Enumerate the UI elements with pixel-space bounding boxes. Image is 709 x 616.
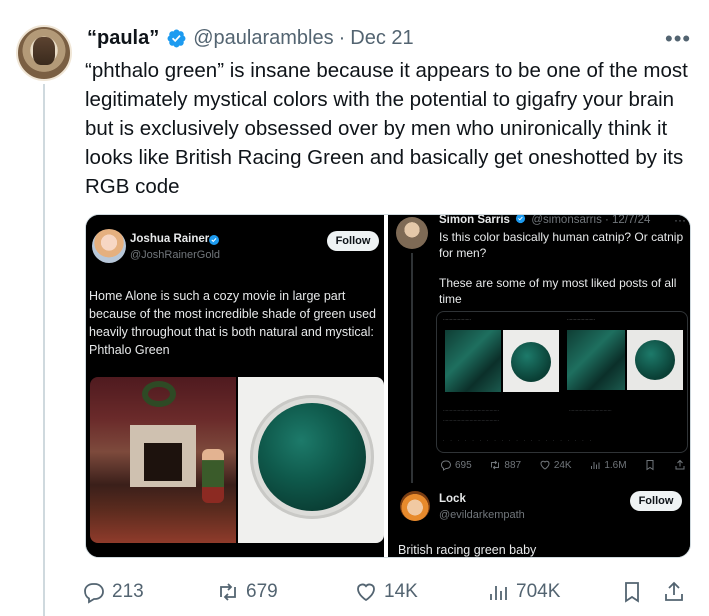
quoted-text: Is this color basically human catnip? Or…: [439, 230, 684, 260]
more-options-icon: ···: [674, 214, 686, 227]
author-handle[interactable]: @paularambles: [193, 27, 333, 50]
phthalo-paint-image: [238, 377, 384, 543]
reply-button[interactable]: 213: [82, 580, 144, 604]
view-count: 704K: [516, 581, 561, 602]
reply-thread-line: [411, 253, 413, 483]
quoted-avatar: [396, 217, 428, 249]
quoted-text: Home Alone is such a cozy movie in large…: [89, 289, 376, 357]
repost-button[interactable]: 679: [216, 580, 278, 604]
tweet-text: “phthalo green” is insane because it app…: [85, 59, 688, 198]
views-icon: [490, 586, 507, 600]
quoted-name: Joshua Rainer: [130, 233, 210, 245]
quoted-action-bar: 695 887 24K 1.6M: [440, 459, 686, 471]
repost-count: 887: [489, 459, 521, 471]
reply-name: Lock: [439, 493, 466, 505]
views-icon: [591, 462, 600, 469]
quoted-screenshot-left[interactable]: Joshua Rainer @JoshRainerGold Follow Hom…: [86, 215, 384, 557]
verified-badge-icon: [209, 235, 219, 245]
share: [674, 459, 686, 471]
home-alone-image: [90, 377, 236, 543]
like-count: 14K: [384, 581, 418, 602]
reply-count: 213: [112, 581, 144, 602]
bookmark: [644, 459, 656, 471]
bookmark-button[interactable]: [620, 580, 644, 604]
like-count: 24K: [539, 459, 572, 471]
repost-count: 679: [246, 581, 278, 602]
reply-handle: @evildarkempath: [439, 509, 525, 521]
bookmark-icon: [625, 582, 639, 603]
media-grid[interactable]: Joshua Rainer @JoshRainerGold Follow Hom…: [85, 214, 691, 558]
tweet-action-bar: 213 679 14K 704K: [82, 578, 686, 606]
header-separator: ·: [338, 27, 346, 49]
follow-button: Follow: [630, 491, 682, 511]
thread-line: [43, 84, 45, 616]
tweet-header: “paula” @paularambles · Dec 21: [87, 27, 414, 50]
verified-badge-icon: [516, 215, 526, 224]
quoted-handle: @simonsarris · 12/7/24: [531, 214, 651, 226]
reply-icon: [440, 460, 452, 471]
view-count: 1.6M: [589, 459, 627, 471]
quoted-name: Simon Sarris: [439, 214, 510, 226]
quoted-screenshot-right[interactable]: Simon Sarris @simonsarris · 12/7/24 ··· …: [388, 214, 690, 557]
bookmark-icon: [646, 460, 654, 471]
tweet-date[interactable]: Dec 21: [350, 27, 413, 50]
follow-button: Follow: [327, 231, 379, 251]
reply-text: British racing green baby: [398, 543, 537, 557]
heart-icon: [357, 583, 375, 602]
quoted-name-row: Simon Sarris @simonsarris · 12/7/24: [439, 214, 651, 226]
reply-count: 695: [440, 459, 472, 471]
verified-badge-icon: [167, 29, 186, 48]
quoted-handle: @JoshRainerGold: [130, 249, 221, 261]
like-button[interactable]: 14K: [354, 580, 418, 604]
repost-count-value: 887: [504, 459, 522, 471]
reply-icon: [84, 583, 104, 604]
author-avatar[interactable]: [16, 25, 72, 81]
quoted-text-secondary: These are some of my most liked posts of…: [439, 276, 677, 306]
views-button[interactable]: 704K: [486, 580, 560, 604]
more-options-icon[interactable]: •••: [665, 28, 691, 50]
share-button[interactable]: [662, 580, 686, 604]
repost-icon: [220, 583, 236, 601]
reply-count-value: 695: [455, 459, 472, 471]
reply-avatar: [400, 491, 430, 521]
quoted-avatar: [92, 229, 126, 263]
author-name[interactable]: “paula”: [87, 27, 159, 50]
embedded-screenshot: ····················· ··················…: [436, 311, 688, 453]
share-icon: [665, 581, 683, 601]
heart-icon: [540, 460, 550, 470]
share-icon: [675, 459, 685, 470]
view-count-value: 1.6M: [604, 459, 627, 471]
repost-icon: [491, 460, 500, 470]
like-count-value: 24K: [553, 459, 572, 471]
